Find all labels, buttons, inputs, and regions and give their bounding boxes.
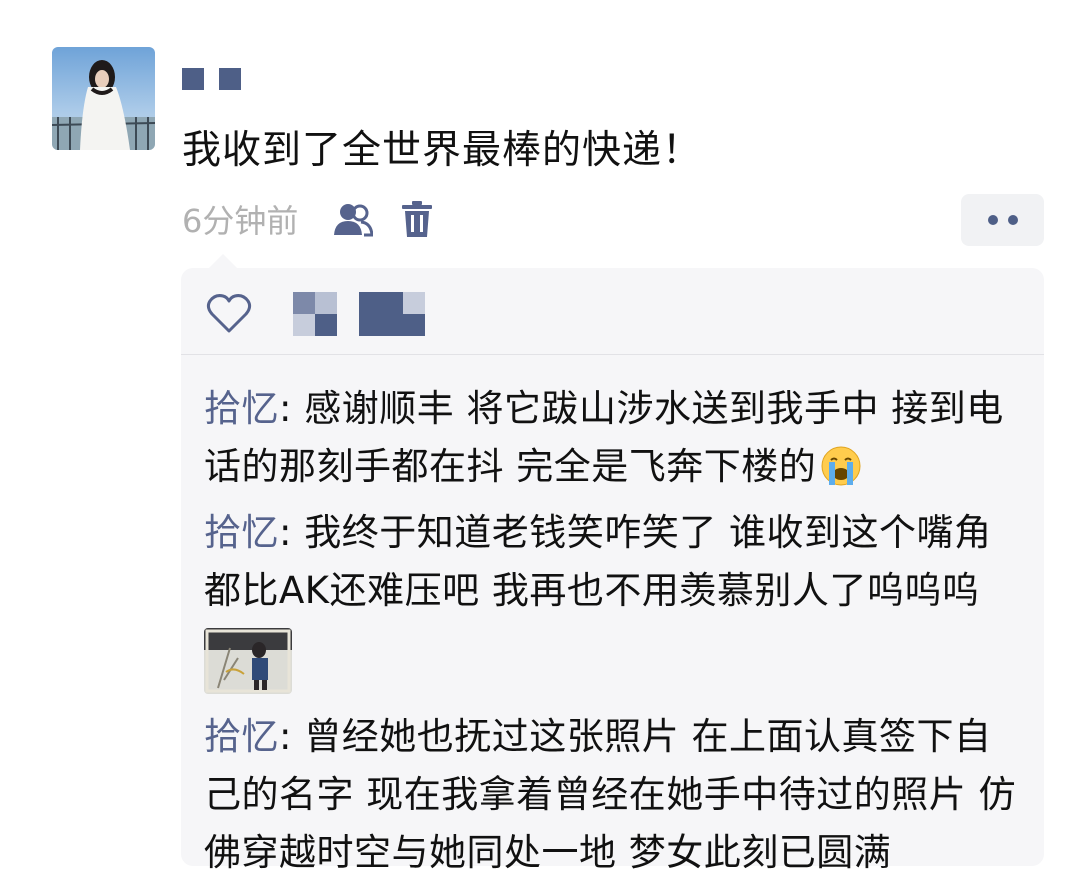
redacted-block bbox=[182, 68, 204, 90]
panel-pointer bbox=[209, 254, 237, 268]
comment-list: 拾忆: 感谢顺丰 将它跋山涉水送到我手中 接到电话的那刻手都在抖 完全是飞奔下楼… bbox=[204, 380, 1024, 890]
comment-item[interactable]: 拾忆: 我终于知道老钱笑咋笑了 谁收到这个嘴角都比AK还难压吧 我再也不用羡慕别… bbox=[204, 504, 1024, 620]
comment-author[interactable]: 拾忆 bbox=[204, 511, 279, 554]
comment-author[interactable]: 拾忆 bbox=[204, 387, 279, 430]
heart-icon[interactable] bbox=[206, 294, 252, 334]
user-name-redacted[interactable] bbox=[182, 68, 241, 90]
photo-thumbnail[interactable] bbox=[204, 628, 292, 694]
more-dots-icon bbox=[987, 215, 998, 225]
avatar[interactable] bbox=[52, 47, 155, 150]
comment-item[interactable]: 拾忆: 曾经她也抚过这张照片 在上面认真签下自己的名字 现在我拿着曾经在她手中待… bbox=[204, 708, 1024, 882]
friends-icon[interactable] bbox=[333, 201, 374, 239]
redacted-block bbox=[219, 68, 241, 90]
comment-separator: : bbox=[279, 715, 305, 758]
comment-item[interactable]: 拾忆: 感谢顺丰 将它跋山涉水送到我手中 接到电话的那刻手都在抖 完全是飞奔下楼… bbox=[204, 380, 1024, 496]
comment-separator: : bbox=[279, 387, 305, 430]
comment-author[interactable]: 拾忆 bbox=[204, 715, 279, 758]
comment-separator: : bbox=[279, 511, 305, 554]
comment-text: 我终于知道老钱笑咋笑了 谁收到这个嘴角都比AK还难压吧 我再也不用羡慕别人了呜呜… bbox=[204, 511, 992, 612]
comment-text: 感谢顺丰 将它跋山涉水送到我手中 接到电话的那刻手都在抖 完全是飞奔下楼的 bbox=[204, 387, 1004, 488]
post-text: 我收到了全世界最棒的快递！ bbox=[182, 128, 703, 173]
comment-text: 曾经她也抚过这张照片 在上面认真签下自己的名字 现在我拿着曾经在她手中待过的照片… bbox=[204, 715, 1017, 874]
comment-panel: 拾忆: 感谢顺丰 将它跋山涉水送到我手中 接到电话的那刻手都在抖 完全是飞奔下楼… bbox=[181, 254, 1044, 874]
divider bbox=[181, 354, 1044, 355]
likes-row bbox=[181, 268, 1044, 354]
more-dots-icon bbox=[1007, 215, 1018, 225]
trash-icon[interactable] bbox=[400, 200, 434, 238]
more-button[interactable] bbox=[961, 194, 1044, 246]
crying-face-emoji bbox=[820, 445, 862, 487]
liker-names-redacted[interactable] bbox=[293, 292, 425, 336]
post-timestamp: 6分钟前 bbox=[182, 202, 299, 240]
